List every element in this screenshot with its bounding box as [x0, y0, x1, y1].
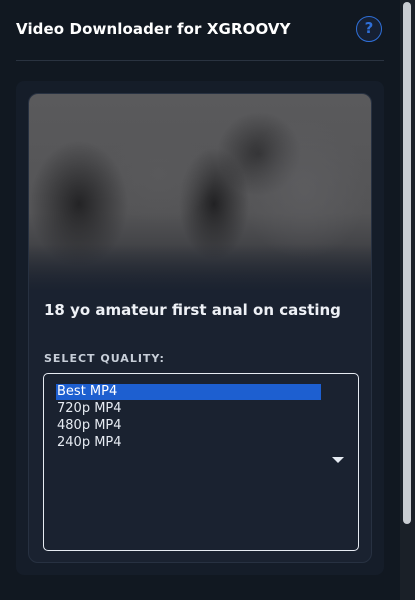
- quality-option-240p-mp4[interactable]: 240p MP4: [56, 435, 321, 451]
- quality-select[interactable]: Best MP4 720p MP4 480p MP4 240p MP4: [43, 373, 359, 551]
- quality-option-480p-mp4[interactable]: 480p MP4: [56, 418, 321, 434]
- content-panel: 18 yo amateur first anal on casting SELE…: [16, 81, 384, 575]
- quality-option-720p-mp4[interactable]: 720p MP4: [56, 401, 321, 417]
- quality-option-best-mp4[interactable]: Best MP4: [56, 384, 321, 400]
- header-divider: [16, 60, 384, 61]
- chevron-down-icon[interactable]: [332, 457, 344, 463]
- select-quality-label: SELECT QUALITY:: [44, 352, 165, 365]
- video-title: 18 yo amateur first anal on casting: [44, 301, 341, 319]
- app-title: Video Downloader for XGROOVY: [16, 20, 291, 38]
- header: Video Downloader for XGROOVY ?: [16, 16, 386, 42]
- thumbnail-fade: [29, 244, 371, 292]
- scrollbar-thumb[interactable]: [403, 2, 411, 524]
- help-button[interactable]: ?: [356, 16, 382, 42]
- video-card: 18 yo amateur first anal on casting SELE…: [28, 93, 372, 563]
